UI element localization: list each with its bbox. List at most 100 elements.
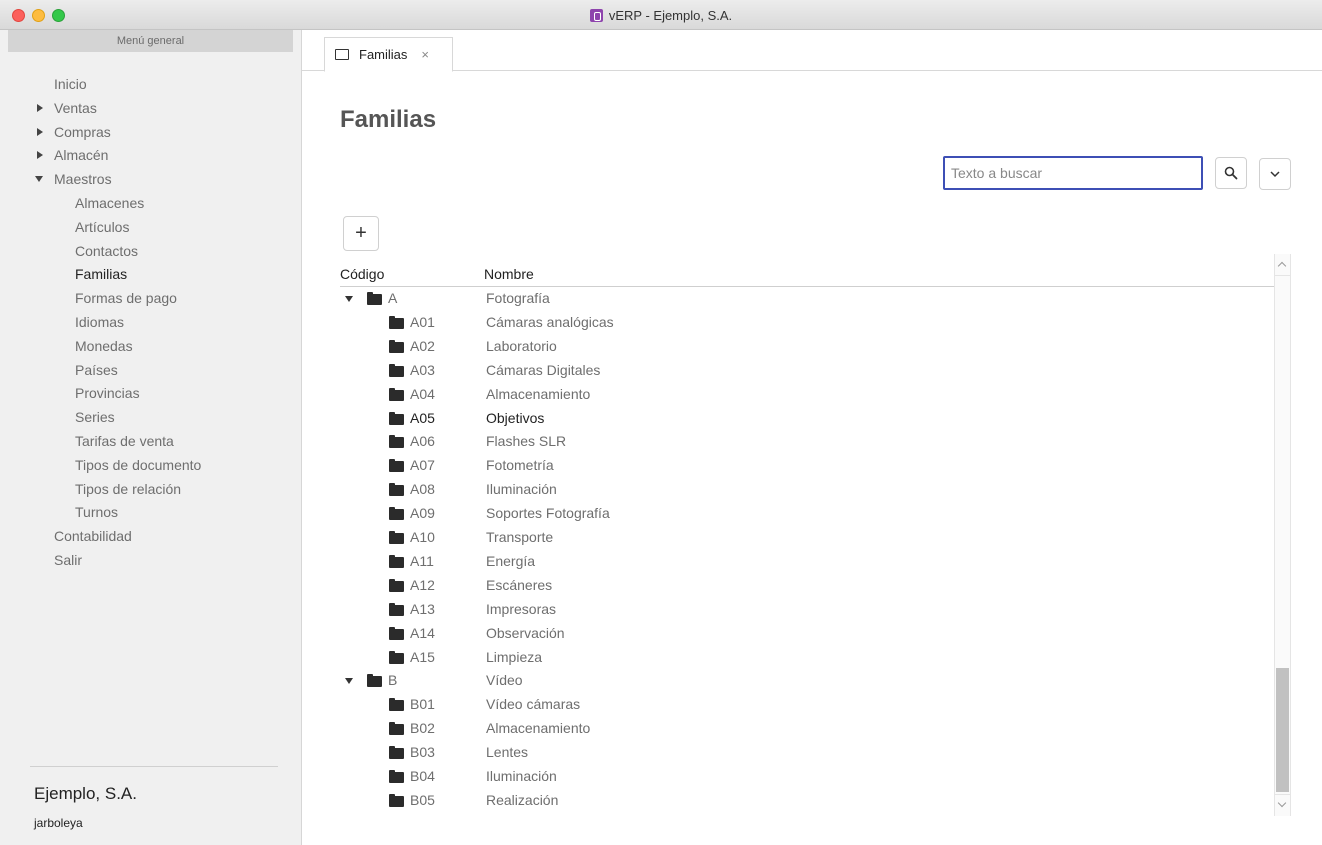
caret-right-icon[interactable] xyxy=(37,151,43,160)
folder-icon xyxy=(389,722,404,736)
table-row[interactable]: A10 Transporte xyxy=(340,526,1274,550)
sidebar-item-inicio[interactable]: Inicio xyxy=(0,73,302,95)
sidebar-item-ventas[interactable]: Ventas xyxy=(0,97,302,119)
folder-icon xyxy=(389,483,404,497)
sidebar-item-label: Salir xyxy=(54,552,83,568)
table-row[interactable]: A05 Objetivos xyxy=(340,407,1274,431)
app-icon xyxy=(589,8,603,22)
sidebar-item-compras[interactable]: Compras xyxy=(0,121,302,143)
sidebar-item-idiomas[interactable]: Idiomas xyxy=(0,311,302,333)
sidebar-item-tipos-de-documento[interactable]: Tipos de documento xyxy=(0,454,302,476)
caret-down-icon[interactable] xyxy=(345,296,353,302)
table-row[interactable]: B03 Lentes xyxy=(340,741,1274,765)
vertical-scrollbar[interactable] xyxy=(1274,254,1291,816)
folder-icon xyxy=(389,339,404,353)
table-row[interactable]: A13 Impresoras xyxy=(340,598,1274,622)
cell-name: Vídeo xyxy=(486,672,523,689)
table-row[interactable]: A02 Laboratorio xyxy=(340,335,1274,359)
sidebar-item-formas-de-pago[interactable]: Formas de pago xyxy=(0,287,302,309)
folder-icon xyxy=(389,411,404,425)
table-row[interactable]: B04 Iluminación xyxy=(340,765,1274,789)
caret-right-icon[interactable] xyxy=(37,127,43,136)
cell-name: Vídeo cámaras xyxy=(486,696,581,713)
sidebar-header: Menú general xyxy=(8,30,293,52)
table-row[interactable]: A03 Cámaras Digitales xyxy=(340,359,1274,383)
folder-icon xyxy=(389,578,404,592)
folder-icon xyxy=(389,315,404,329)
table-row[interactable]: A07 Fotometría xyxy=(340,454,1274,478)
scroll-thumb[interactable] xyxy=(1276,668,1289,792)
sidebar-item-turnos[interactable]: Turnos xyxy=(0,501,302,523)
sidebar-item-contabilidad[interactable]: Contabilidad xyxy=(0,525,302,547)
table-row[interactable]: A01 Cámaras analógicas xyxy=(340,311,1274,335)
table-row[interactable]: A11 Energía xyxy=(340,550,1274,574)
cell-name: Energía xyxy=(486,552,536,569)
cell-name: Iluminación xyxy=(486,481,557,498)
folder-icon xyxy=(389,650,404,664)
sidebar-item-almacen[interactable]: Almacén xyxy=(0,144,302,166)
cell-code: A xyxy=(388,290,398,306)
cell-name: Escáneres xyxy=(486,576,553,593)
add-button[interactable]: + xyxy=(343,216,379,251)
table-row[interactable]: A08 Iluminación xyxy=(340,478,1274,502)
sidebar-item-provincias[interactable]: Provincias xyxy=(0,382,302,404)
sidebar-item-label: Familias xyxy=(75,266,128,283)
sidebar-item-label: Tarifas de venta xyxy=(75,433,174,449)
filter-dropdown-button[interactable] xyxy=(1259,158,1291,190)
cell-code: A01 xyxy=(410,313,435,330)
caret-down-icon[interactable] xyxy=(345,678,353,685)
sidebar-item-salir[interactable]: Salir xyxy=(0,549,302,571)
column-header-code[interactable]: Código xyxy=(340,266,384,282)
sidebar-item-series[interactable]: Series xyxy=(0,406,302,428)
company-name: Ejemplo, S.A. xyxy=(34,784,137,803)
table-row[interactable]: B06Postproducción xyxy=(340,813,1274,817)
cell-code: A03 xyxy=(410,361,435,378)
cell-name: Limpieza xyxy=(486,648,543,665)
folder-icon xyxy=(367,674,382,688)
sidebar-item-monedas[interactable]: Monedas xyxy=(0,335,302,357)
sidebar-item-contactos[interactable]: Contactos xyxy=(0,240,302,262)
sidebar-item-label: Almacén xyxy=(54,147,109,164)
table-row[interactable]: B05 Realización xyxy=(340,789,1274,813)
folder-icon xyxy=(389,435,404,449)
sidebar-item-label: Países xyxy=(75,361,118,378)
table-row[interactable]: A09 Soportes Fotografía xyxy=(340,502,1274,526)
table-row[interactable]: B01 Vídeo cámaras xyxy=(340,693,1274,717)
sidebar-item-tarifas-de-venta[interactable]: Tarifas de venta xyxy=(0,430,302,452)
column-header-name[interactable]: Nombre xyxy=(484,266,534,282)
sidebar-item-maestros[interactable]: Maestros xyxy=(0,168,302,190)
table-row[interactable]: A06 Flashes SLR xyxy=(340,430,1274,454)
folder-icon xyxy=(389,507,404,521)
caret-down-icon[interactable] xyxy=(35,176,43,183)
cell-name: Impresoras xyxy=(486,600,557,617)
table-row[interactable]: A14 Observación xyxy=(340,622,1274,646)
folder-icon xyxy=(389,746,404,760)
table-header: Código Nombre xyxy=(340,266,1274,287)
sidebar-item-tipos-de-relacion[interactable]: Tipos de relación xyxy=(0,478,302,500)
search-button[interactable] xyxy=(1215,157,1247,189)
title-bar: vERP - Ejemplo, S.A. xyxy=(0,0,1322,30)
cell-name: Transporte xyxy=(486,529,554,545)
table-row[interactable]: A12 Escáneres xyxy=(340,574,1274,598)
table-row[interactable]: A15 Limpieza xyxy=(340,646,1274,670)
scroll-up-icon[interactable] xyxy=(1275,254,1290,276)
tab-close-icon[interactable]: × xyxy=(421,47,429,62)
folder-icon xyxy=(367,292,382,305)
sidebar-item-almacenes[interactable]: Almacenes xyxy=(0,192,302,214)
cell-code: B01 xyxy=(410,696,435,713)
sidebar-item-articulos[interactable]: Artículos xyxy=(0,216,302,238)
cell-code: A13 xyxy=(410,600,435,617)
sidebar-item-paises[interactable]: Países xyxy=(0,359,302,381)
search-input[interactable] xyxy=(943,156,1203,190)
cell-code: B xyxy=(388,672,398,689)
caret-right-icon[interactable] xyxy=(37,103,43,112)
table-row[interactable]: A04 Almacenamiento xyxy=(340,383,1274,407)
tab-familias[interactable]: Familias × xyxy=(324,37,453,72)
scroll-down-icon[interactable] xyxy=(1275,794,1290,816)
tree-group-row[interactable]: A Fotografía xyxy=(340,287,1274,311)
table-row[interactable]: B02 Almacenamiento xyxy=(340,717,1274,741)
sidebar-item-familias[interactable]: Familias xyxy=(0,263,302,285)
cell-name: Iluminación xyxy=(486,768,557,784)
tree-group-row[interactable]: B Vídeo xyxy=(340,669,1274,693)
cell-code: A09 xyxy=(410,505,435,522)
